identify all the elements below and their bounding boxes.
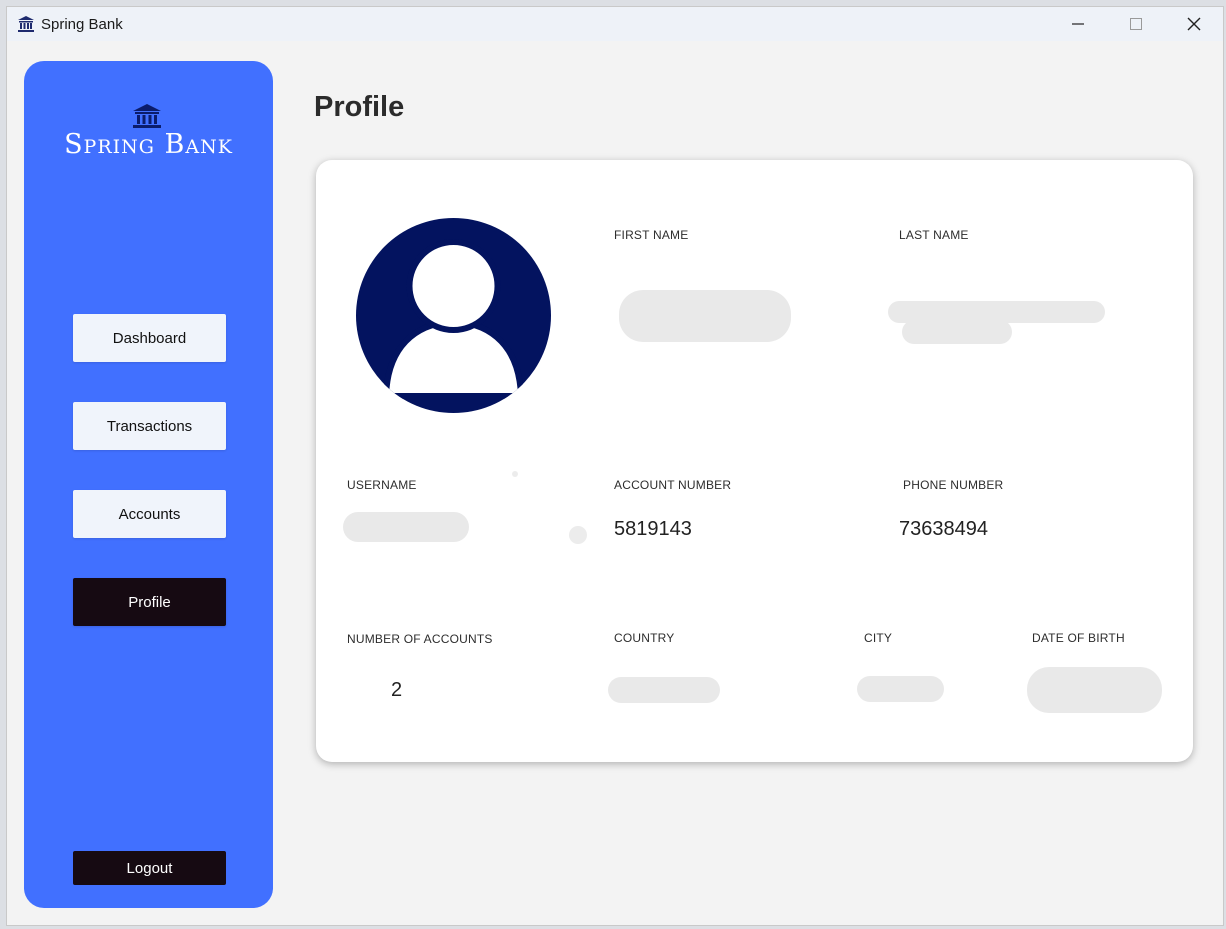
nav-profile-button[interactable]: Profile — [73, 578, 226, 626]
account-number-value: 5819143 — [614, 518, 692, 540]
nav-accounts-button[interactable]: Accounts — [73, 490, 226, 538]
page-title: Profile — [314, 91, 405, 123]
username-redaction — [343, 512, 469, 542]
account-number-label: ACCOUNT NUMBER — [614, 478, 732, 492]
redaction-dot — [569, 526, 587, 544]
maximize-icon — [1130, 18, 1142, 30]
phone-number-value: 73638494 — [899, 518, 988, 540]
minimize-button[interactable] — [1049, 7, 1107, 41]
maximize-button[interactable] — [1107, 7, 1165, 41]
logout-button[interactable]: Logout — [73, 851, 226, 885]
window-title: Spring Bank — [41, 16, 123, 33]
close-button[interactable] — [1165, 7, 1223, 41]
city-label: CITY — [864, 631, 893, 645]
title-bar: Spring Bank — [7, 7, 1223, 41]
country-redaction — [608, 677, 720, 703]
number-of-accounts-value: 2 — [391, 679, 403, 701]
date-of-birth-label: DATE OF BIRTH — [1032, 631, 1125, 645]
number-of-accounts-label: NUMBER OF ACCOUNTS — [347, 632, 493, 646]
bank-icon — [133, 104, 161, 128]
date-of-birth-redaction — [1027, 667, 1162, 713]
bank-icon — [18, 16, 34, 32]
last-name-redaction-2 — [902, 320, 1012, 344]
nav-dashboard-button[interactable]: Dashboard — [73, 314, 226, 362]
close-icon — [1187, 17, 1201, 31]
sidebar: Spring Bank Dashboard Transactions Accou… — [24, 61, 273, 908]
first-name-redaction — [619, 290, 791, 342]
brand-logo-text: Spring Bank — [64, 129, 233, 160]
city-redaction — [857, 676, 944, 702]
redaction-dot — [512, 471, 518, 477]
last-name-label: LAST NAME — [899, 228, 969, 242]
profile-card: FIRST NAME LAST NAME USERNAME ACCOUNT NU… — [316, 160, 1193, 762]
minimize-icon — [1072, 23, 1084, 25]
first-name-label: FIRST NAME — [614, 228, 689, 242]
app-window: Spring Bank Spring Bank Dashboard Transa… — [6, 6, 1224, 926]
username-label: USERNAME — [347, 478, 417, 492]
phone-number-label: PHONE NUMBER — [903, 478, 1004, 492]
user-avatar-icon — [356, 218, 551, 413]
nav-transactions-button[interactable]: Transactions — [73, 402, 226, 450]
country-label: COUNTRY — [614, 631, 675, 645]
